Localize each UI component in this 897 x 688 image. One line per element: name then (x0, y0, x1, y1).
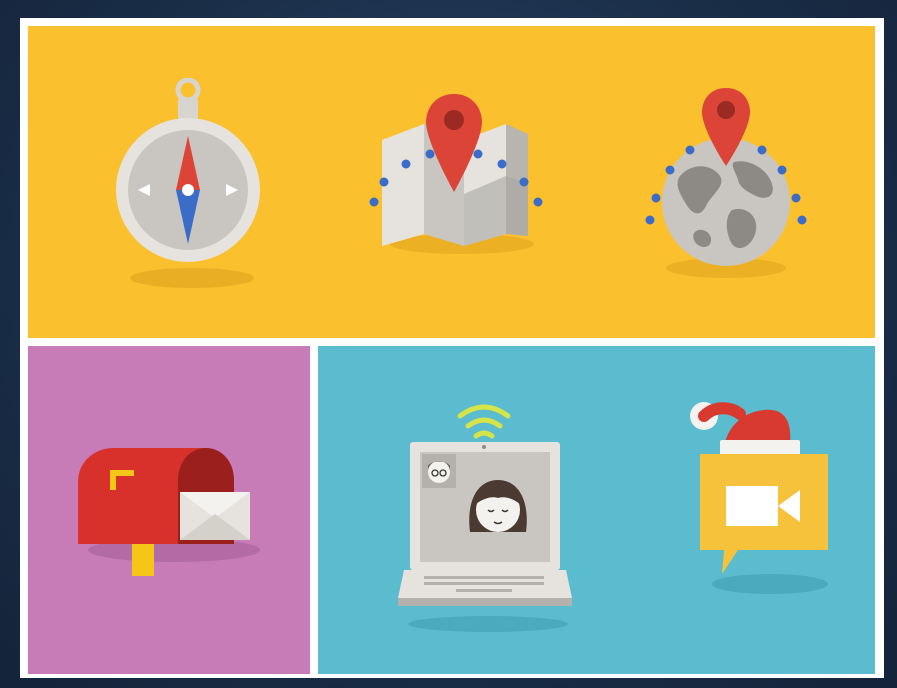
globe-with-pin-icon (640, 84, 810, 284)
laptop-video-chat-icon (396, 398, 572, 634)
video-chat-santa-hat-icon (684, 394, 844, 604)
mailbox-with-letter-icon (74, 440, 260, 580)
top-panel (28, 26, 875, 338)
bottom-left-panel (28, 346, 310, 674)
compass-icon (108, 78, 268, 290)
bottom-right-panel (318, 346, 875, 674)
folded-map-with-pin-icon (364, 84, 550, 256)
